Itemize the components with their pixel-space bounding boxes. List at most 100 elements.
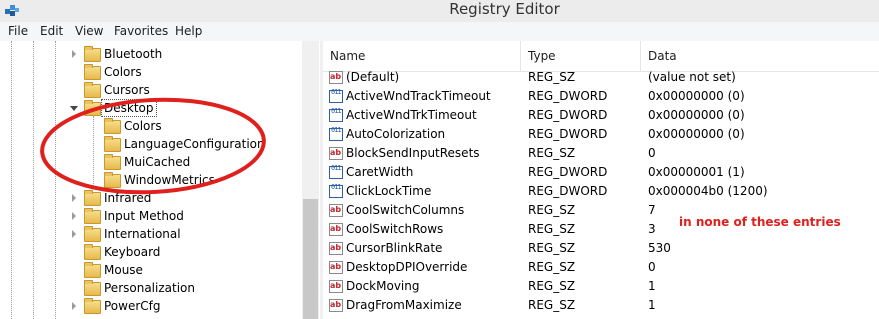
value-name: ClickLockTime <box>346 184 432 198</box>
tree-item-label: Personalization <box>104 281 195 295</box>
string-value-icon: ab <box>329 261 343 274</box>
tree-item-cursors[interactable]: Cursors <box>0 81 300 99</box>
tree-item-keyboard[interactable]: Keyboard <box>0 243 300 261</box>
chevron-right-icon[interactable] <box>72 194 76 202</box>
tree-item-international[interactable]: International <box>0 225 300 243</box>
menu-favorites[interactable]: Favorites <box>114 22 168 41</box>
folder-icon <box>84 46 101 62</box>
table-row[interactable]: ab CursorBlinkRate REG_SZ 530 <box>323 239 879 258</box>
string-value-icon: ab <box>329 223 343 236</box>
chevron-right-icon[interactable] <box>72 230 76 238</box>
value-type: REG_DWORD <box>528 127 608 141</box>
table-row[interactable]: 011 ActiveWndTrackTimeout REG_DWORD 0x00… <box>323 87 879 106</box>
string-value-icon: ab <box>329 71 343 84</box>
chevron-right-icon[interactable] <box>72 302 76 310</box>
table-row[interactable]: ab BlockSendInputResets REG_SZ 0 <box>323 144 879 163</box>
tree-scrollbar[interactable] <box>302 41 319 319</box>
table-row[interactable]: 011 ClickLockTime REG_DWORD 0x000004b0 (… <box>323 182 879 201</box>
folder-icon <box>84 226 101 242</box>
table-row[interactable]: ab (Default) REG_SZ (value not set) <box>323 68 879 87</box>
annotation-text: in none of these entries <box>679 215 841 229</box>
string-value-icon: ab <box>329 147 343 160</box>
value-name: BlockSendInputResets <box>346 146 480 160</box>
folder-icon <box>84 64 101 80</box>
value-type: REG_DWORD <box>528 165 608 179</box>
column-header-data[interactable]: Data <box>641 41 879 71</box>
tree-item-label: Mouse <box>104 263 143 277</box>
value-type: REG_SZ <box>528 241 576 255</box>
dword-value-icon: 011 <box>329 165 343 179</box>
tree-item-label: Desktop <box>101 99 157 117</box>
tree-item-label: MuiCached <box>124 155 191 169</box>
string-value-icon: ab <box>329 242 343 255</box>
tree-item-label: Keyboard <box>104 245 161 259</box>
value-type: REG_DWORD <box>528 184 608 198</box>
value-name: (Default) <box>346 70 400 84</box>
value-type: REG_SZ <box>528 70 576 84</box>
folder-icon <box>84 280 101 296</box>
tree-item-label: International <box>104 227 181 241</box>
menu-file[interactable]: File <box>8 22 28 41</box>
table-row[interactable]: 011 ActiveWndTrkTimeout REG_DWORD 0x0000… <box>323 106 879 125</box>
value-name: ActiveWndTrackTimeout <box>346 89 491 103</box>
folder-icon <box>84 208 101 224</box>
chevron-down-icon[interactable] <box>70 106 78 111</box>
tree-item-bluetooth[interactable]: Bluetooth <box>0 45 300 63</box>
tree-item-input-method[interactable]: Input Method <box>0 207 300 225</box>
column-header-name[interactable]: Name <box>323 41 521 71</box>
menu-edit[interactable]: Edit <box>40 22 63 41</box>
value-type: REG_SZ <box>528 146 576 160</box>
table-row[interactable]: ab DragFromMaximize REG_SZ 1 <box>323 296 879 315</box>
value-data: (value not set) <box>648 70 736 84</box>
registry-key-tree[interactable]: Bluetooth Colors Cursors Desktop Colors … <box>0 41 321 319</box>
chevron-right-icon[interactable] <box>72 50 76 58</box>
menu-help[interactable]: Help <box>175 22 202 41</box>
folder-icon <box>84 82 101 98</box>
tree-item-infrared[interactable]: Infrared <box>0 189 300 207</box>
table-row[interactable]: ab DesktopDPIOverride REG_SZ 0 <box>323 258 879 277</box>
tree-item-label: Infrared <box>104 191 152 205</box>
tree-item-desktop-colors[interactable]: Colors <box>0 117 300 135</box>
tree-item-label: PowerCfg <box>104 299 161 313</box>
value-name: CursorBlinkRate <box>346 241 443 255</box>
tree-item-desktop[interactable]: Desktop <box>0 99 300 117</box>
tree-item-windowmetrics[interactable]: WindowMetrics <box>0 171 300 189</box>
chevron-right-icon[interactable] <box>72 212 76 220</box>
column-header-type[interactable]: Type <box>521 41 641 71</box>
table-row[interactable]: 011 CaretWidth REG_DWORD 0x00000001 (1) <box>323 163 879 182</box>
table-row[interactable]: ab DockMoving REG_SZ 1 <box>323 277 879 296</box>
tree-item-muicached[interactable]: MuiCached <box>0 153 300 171</box>
folder-icon <box>84 298 101 314</box>
folder-open-icon <box>84 100 101 116</box>
value-data: 0 <box>648 260 656 274</box>
folder-icon <box>104 154 121 170</box>
tree-item-mouse[interactable]: Mouse <box>0 261 300 279</box>
string-value-icon: ab <box>329 280 343 293</box>
value-type: REG_DWORD <box>528 108 608 122</box>
value-data: 3 <box>648 222 656 236</box>
folder-icon <box>84 190 101 206</box>
value-type: REG_DWORD <box>528 89 608 103</box>
tree-item-languageconfiguration[interactable]: LanguageConfiguration <box>0 135 300 153</box>
value-data: 0x000004b0 (1200) <box>648 184 768 198</box>
value-data: 7 <box>648 203 656 217</box>
tree-item-personalization[interactable]: Personalization <box>0 279 300 297</box>
tree-item-label: LanguageConfiguration <box>124 137 265 151</box>
menu-view[interactable]: View <box>75 22 103 41</box>
value-data: 0 <box>648 146 656 160</box>
folder-icon <box>84 244 101 260</box>
dword-value-icon: 011 <box>329 108 343 122</box>
registry-values-list[interactable]: Name Type Data ab (Default) REG_SZ (valu… <box>323 41 879 319</box>
value-data: 0x00000000 (0) <box>648 108 745 122</box>
tree-scrollbar-thumb[interactable] <box>303 199 318 319</box>
tree-item-label: Colors <box>124 119 162 133</box>
dword-value-icon: 011 <box>329 89 343 103</box>
folder-icon <box>84 262 101 278</box>
value-name: CaretWidth <box>346 165 414 179</box>
tree-item-label: Cursors <box>104 83 150 97</box>
dword-value-icon: 011 <box>329 127 343 141</box>
tree-item-colors[interactable]: Colors <box>0 63 300 81</box>
table-row[interactable]: 011 AutoColorization REG_DWORD 0x0000000… <box>323 125 879 144</box>
tree-item-powercfg[interactable]: PowerCfg <box>0 297 300 315</box>
value-data: 0x00000001 (1) <box>648 165 745 179</box>
